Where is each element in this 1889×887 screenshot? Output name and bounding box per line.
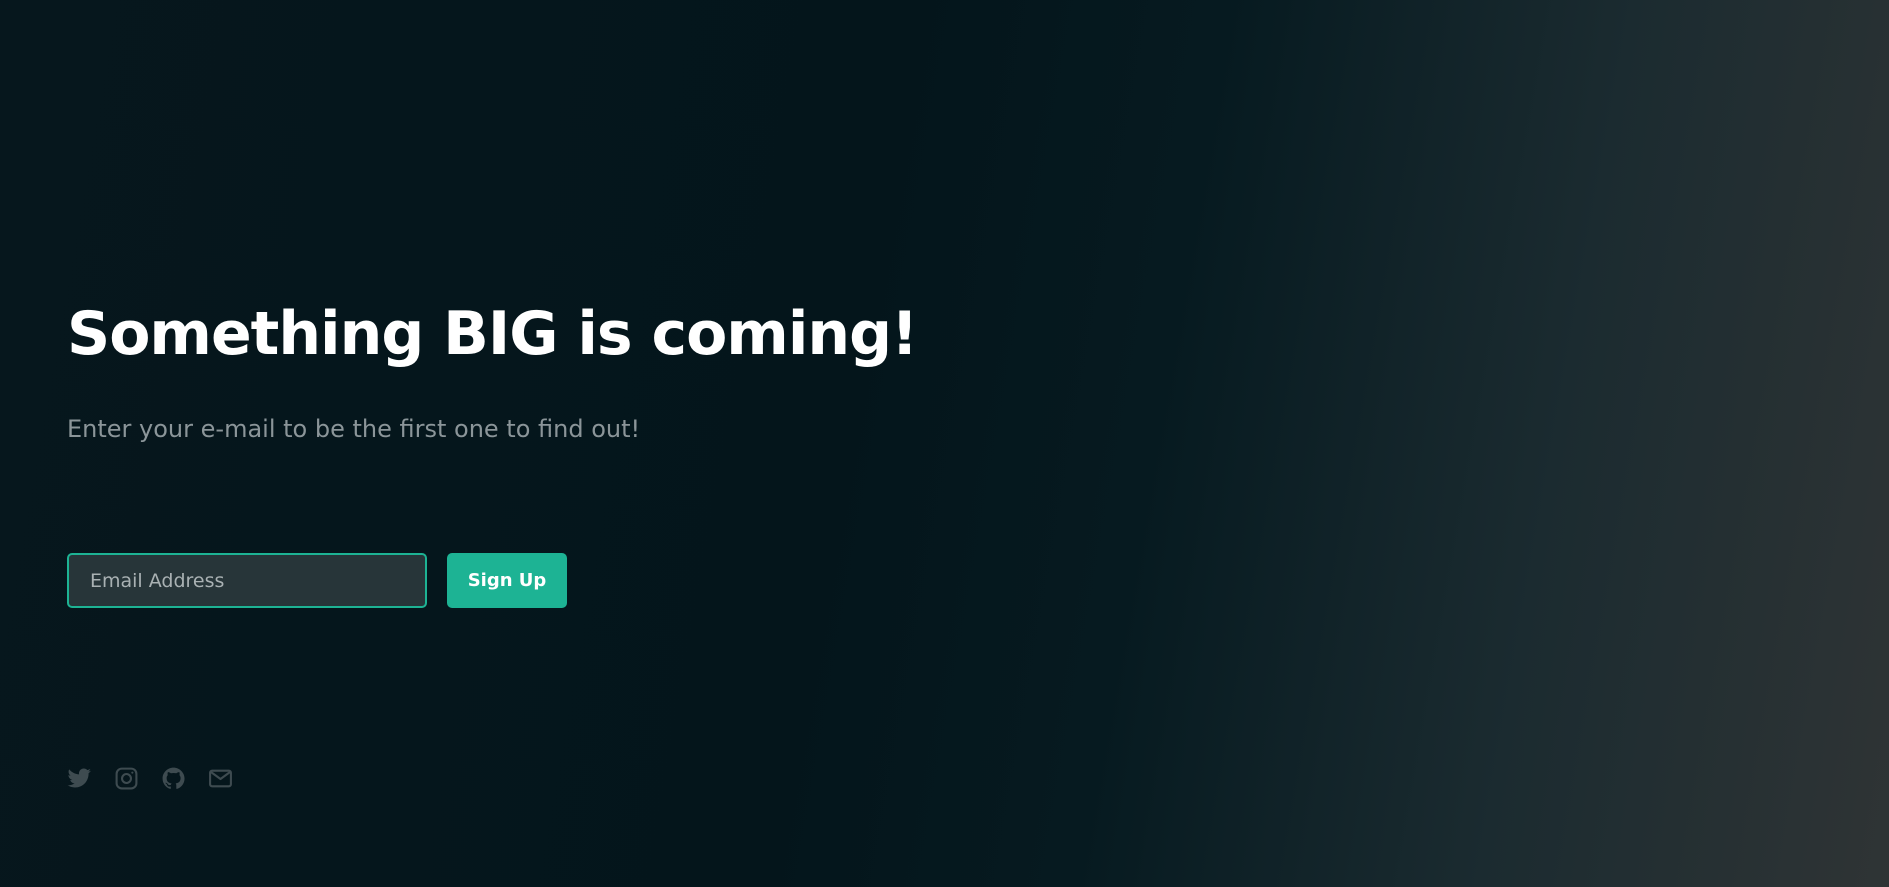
headline: Something BIG is coming! [67, 299, 918, 369]
github-icon[interactable] [161, 766, 186, 791]
instagram-icon[interactable] [114, 766, 139, 791]
hero-content: Something BIG is coming! Enter your e-ma… [67, 299, 967, 444]
twitter-icon[interactable] [67, 766, 92, 791]
sign-up-button[interactable]: Sign Up [447, 553, 567, 608]
subtitle: Enter your e-mail to be the first one to… [67, 415, 641, 443]
signup-form: Sign Up [67, 553, 567, 608]
email-input[interactable] [67, 553, 427, 608]
social-links [67, 766, 233, 791]
envelope-icon[interactable] [208, 766, 233, 791]
